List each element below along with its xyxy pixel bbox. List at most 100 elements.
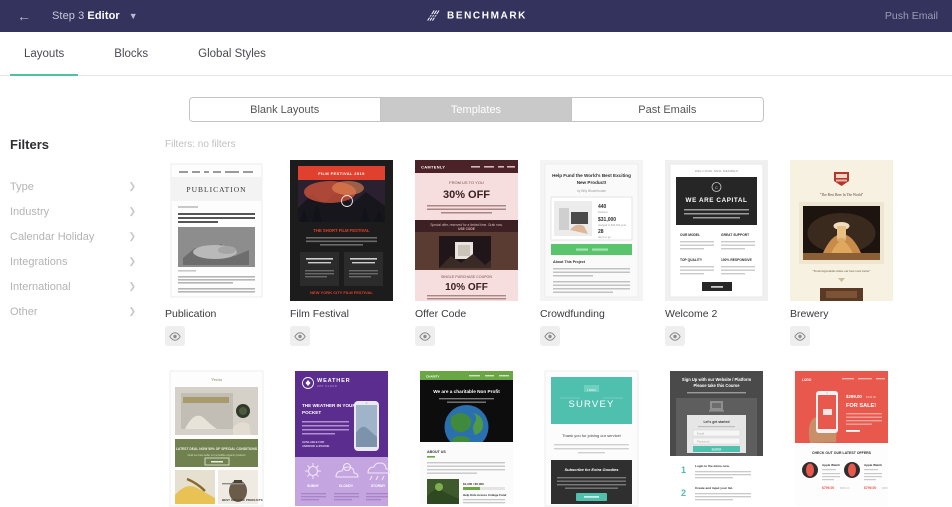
template-card: Verita LATEST DEAL NOW 50% OF SPECIAL CO… [165, 367, 268, 507]
template-thumbnail[interactable]: LOGO SURVEY Thank you for joining our se… [540, 367, 643, 507]
template-thumbnail[interactable]: Sign Up with our Website / Platform Plea… [665, 367, 768, 507]
template-name: Brewery [790, 308, 829, 320]
svg-text:ANDROID & IPHONE: ANDROID & IPHONE [302, 444, 329, 448]
svg-text:Please take this Course: Please take this Course [694, 383, 741, 388]
template-thumbnail[interactable]: FILM FESTIVAL 2019 THE SHORT FILM FESTIV… [290, 160, 393, 301]
tab-global-styles[interactable]: Global Styles [184, 32, 280, 75]
svg-text:10% OFF: 10% OFF [445, 282, 488, 293]
preview-button[interactable] [790, 326, 810, 346]
template-thumbnail[interactable]: CAMTENLY FROM US TO YOU 30% OFF Special … [415, 160, 518, 301]
svg-text:TOP QUALITY: TOP QUALITY [680, 258, 703, 262]
svg-text:Email: Email [697, 431, 704, 435]
svg-text:$899: $899 [882, 486, 888, 490]
filters-sidebar: Filters Type ❯ Industry ❯ Calendar Holid… [0, 122, 152, 490]
chevron-right-icon: ❯ [128, 281, 136, 291]
svg-text:LOGO: LOGO [802, 378, 812, 382]
preview-button[interactable] [165, 326, 185, 346]
svg-text:LATEST DEAL NOW 50% OF SPECIAL: LATEST DEAL NOW 50% OF SPECIAL CONDITION… [176, 447, 258, 451]
crowdfunding-preview: Help Fund the World's Best Exciting New … [540, 160, 643, 301]
product-offers-preview: LOGO $299.00 $399.00 FOR SALE! CHECK OUT… [790, 367, 893, 507]
tab-blocks[interactable]: Blocks [100, 32, 162, 75]
template-name: Offer Code [415, 308, 467, 320]
svg-text:Grab our best seller on incred: Grab our best seller on incredible organ… [187, 453, 246, 457]
svg-text:1: 1 [681, 465, 686, 475]
svg-text:ABOUT US: ABOUT US [427, 450, 446, 454]
sidebar-item-label: Industry [10, 205, 50, 218]
template-thumbnail[interactable]: PUBLICATION [165, 160, 268, 301]
sidebar-item-integrations[interactable]: Integrations ❯ [10, 249, 152, 274]
preview-button[interactable] [540, 326, 560, 346]
template-thumbnail[interactable]: "The Best Beer In The World" "Fresh ingr… [790, 160, 893, 301]
template-thumbnail[interactable]: Verita LATEST DEAL NOW 50% OF SPECIAL CO… [165, 367, 268, 507]
chevron-right-icon: ❯ [128, 206, 136, 216]
svg-text:POCKET: POCKET [302, 410, 321, 415]
svg-text:Apple Watch: Apple Watch [822, 463, 840, 467]
svg-text:Password: Password [697, 439, 710, 443]
non-profit-preview: CHARITY We are a charitable Non Profit A… [415, 367, 518, 507]
push-email-button[interactable]: Push Email [885, 10, 938, 22]
eye-icon [419, 331, 431, 341]
svg-text:BEST ORGANIC PRODUCTS: BEST ORGANIC PRODUCTS [222, 498, 263, 502]
segment-blank-layouts[interactable]: Blank Layouts [189, 98, 381, 121]
svg-text:Let's get started: Let's get started [703, 420, 729, 424]
svg-text:Sign Up with our Website / Pla: Sign Up with our Website / Platform [682, 377, 752, 382]
step-prefix: Step 3 [52, 10, 85, 22]
organic-products-preview: Verita LATEST DEAL NOW 50% OF SPECIAL CO… [165, 367, 268, 507]
weather-app-preview: WEATHER APP CLOUD THE WEATHER IN YOUR PO… [290, 367, 393, 507]
template-thumbnail[interactable]: LOGO $299.00 $399.00 FOR SALE! CHECK OUT… [790, 367, 893, 507]
film-festival-preview: FILM FESTIVAL 2019 THE SHORT FILM FESTIV… [290, 160, 393, 301]
top-bar-left: ← Step 3 Editor ▼ [0, 6, 138, 26]
svg-text:STORMY: STORMY [371, 484, 386, 488]
segment-past-emails[interactable]: Past Emails [572, 98, 763, 121]
body: Filters Type ❯ Industry ❯ Calendar Holid… [0, 122, 952, 507]
template-name: Crowdfunding [540, 308, 605, 320]
sidebar-item-industry[interactable]: Industry ❯ [10, 199, 152, 224]
template-grid: PUBLICATION Publication FILM FESTIVAL 20… [155, 160, 952, 507]
sidebar-item-international[interactable]: International ❯ [10, 274, 152, 299]
step-indicator: Step 3 Editor [52, 10, 120, 22]
chevron-down-icon[interactable]: ▼ [129, 11, 138, 21]
svg-text:CLOUDY: CLOUDY [339, 484, 354, 488]
template-card: Help Fund the World's Best Exciting New … [540, 160, 643, 346]
brand-name: BENCHMARK [447, 10, 527, 22]
svg-text:Apple Watch: Apple Watch [864, 463, 882, 467]
svg-text:"The Best Beer In The World": "The Best Beer In The World" [820, 193, 864, 197]
brewery-preview: "The Best Beer In The World" "Fresh ingr… [790, 160, 893, 301]
template-card: CHARITY We are a charitable Non Profit A… [415, 367, 518, 507]
segmented-control-wrap: Blank Layouts Templates Past Emails [0, 76, 952, 122]
template-thumbnail[interactable]: WELCOME NEW MEMBER C WE ARE CAPITAL OUR … [665, 160, 768, 301]
template-thumbnail[interactable]: CHARITY We are a charitable Non Profit A… [415, 367, 518, 507]
course-signup-preview: Sign Up with our Website / Platform Plea… [665, 367, 768, 507]
template-card: PUBLICATION Publication [165, 160, 268, 346]
svg-text:CHECK OUT OUR LATEST OFFERS: CHECK OUT OUR LATEST OFFERS [812, 451, 872, 455]
svg-text:LOGO: LOGO [587, 388, 596, 392]
svg-text:$299.00: $299.00 [846, 394, 862, 399]
preview-button[interactable] [665, 326, 685, 346]
template-thumbnail[interactable]: WEATHER APP CLOUD THE WEATHER IN YOUR PO… [290, 367, 393, 507]
svg-text:NEW YORK CITY FILM FESTIVAL: NEW YORK CITY FILM FESTIVAL [310, 290, 373, 295]
template-browser: Filters: no filters PUBLICATION Publicat… [152, 122, 952, 507]
svg-text:SINGLE PURCHASE COUPON: SINGLE PURCHASE COUPON [441, 275, 492, 279]
benchmark-mark-icon [426, 10, 440, 21]
sidebar-item-calendar-holiday[interactable]: Calendar Holiday ❯ [10, 224, 152, 249]
eye-icon [169, 331, 181, 341]
arrow-left-icon[interactable]: ← [14, 6, 34, 26]
sidebar-item-other[interactable]: Other ❯ [10, 299, 152, 324]
preview-button[interactable] [290, 326, 310, 346]
segment-templates[interactable]: Templates [380, 98, 573, 121]
svg-text:$1,000 / $5,000: $1,000 / $5,000 [463, 482, 484, 486]
svg-text:ENTER: ENTER [712, 447, 723, 451]
publication-preview: PUBLICATION [165, 160, 268, 301]
tab-layouts[interactable]: Layouts [10, 32, 79, 76]
template-card: Sign Up with our Website / Platform Plea… [665, 367, 768, 507]
editor-tabs: Layouts Blocks Global Styles [0, 32, 952, 76]
survey-preview: LOGO SURVEY Thank you for joining our se… [540, 367, 643, 507]
preview-button[interactable] [415, 326, 435, 346]
svg-text:backers: backers [598, 210, 608, 214]
svg-text:C: C [715, 185, 718, 190]
template-thumbnail[interactable]: Help Fund the World's Best Exciting New … [540, 160, 643, 301]
sidebar-item-type[interactable]: Type ❯ [10, 174, 152, 199]
sidebar-item-label: Calendar Holiday [10, 230, 95, 243]
svg-text:THE WEATHER IN YOUR: THE WEATHER IN YOUR [302, 403, 356, 408]
svg-text:$899.00: $899.00 [840, 486, 850, 490]
